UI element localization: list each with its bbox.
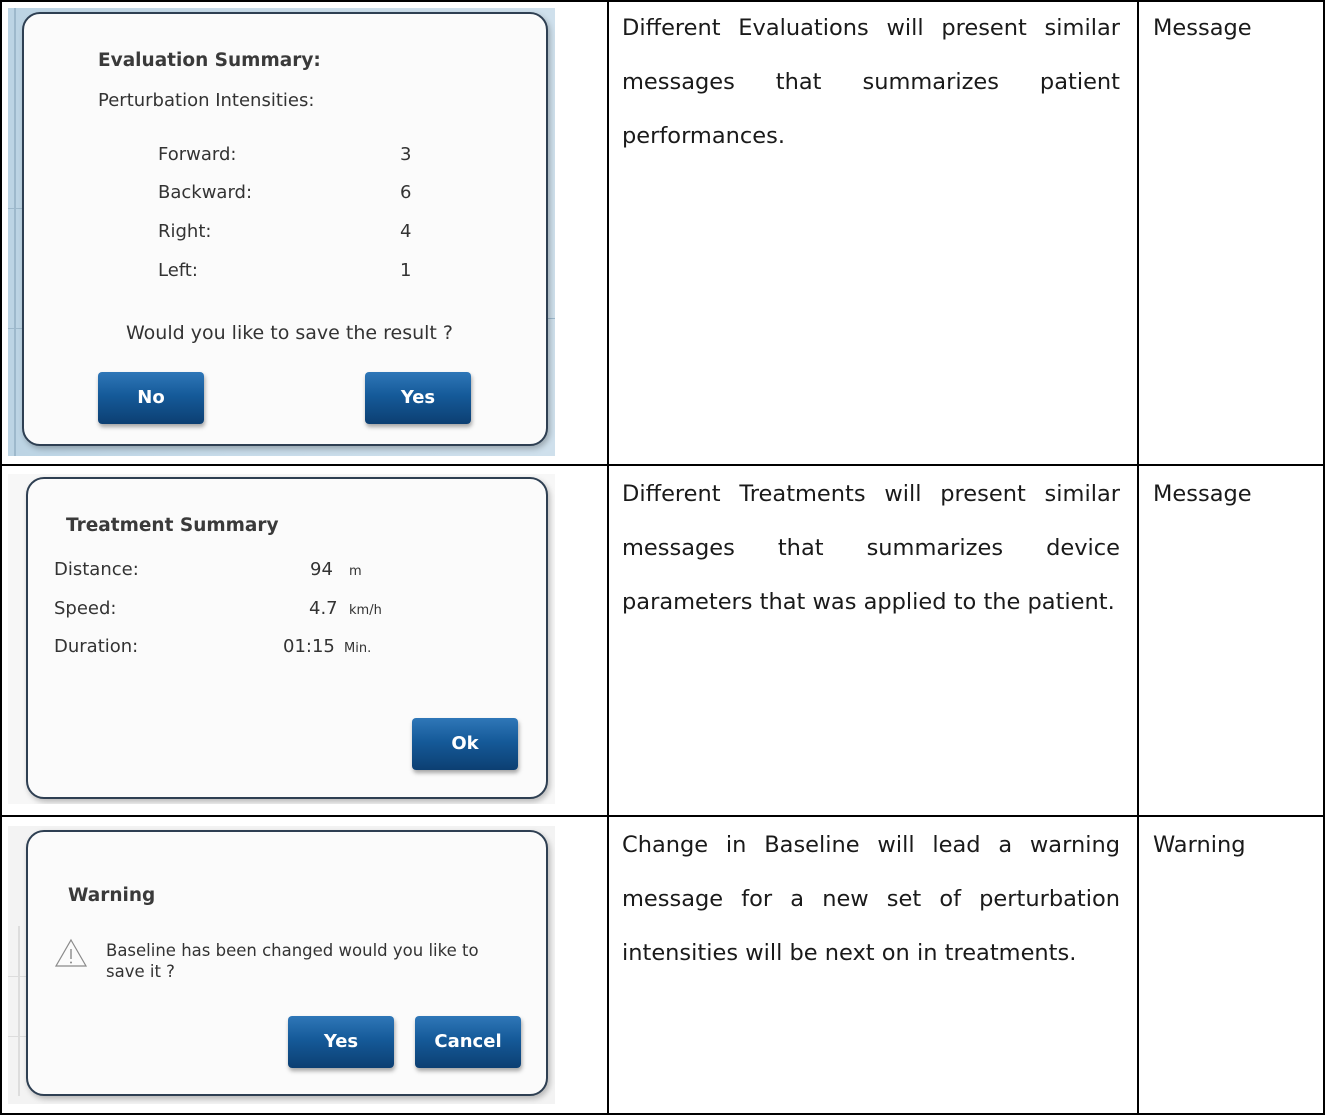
left-label: Left: [158, 260, 198, 281]
forward-label: Forward: [158, 144, 237, 165]
evaluation-screenshot: Evaluation Summary: Perturbation Intensi… [8, 8, 555, 456]
distance-value: 94 [310, 559, 333, 580]
distance-label: Distance: [54, 559, 139, 580]
row-3-type: Warning [1153, 832, 1246, 858]
row-1-type: Message [1153, 15, 1252, 41]
backward-value: 6 [400, 182, 412, 203]
cancel-button[interactable]: Cancel [415, 1016, 521, 1068]
treatment-screenshot: Treatment Summary Distance: 94 m Speed: … [8, 474, 555, 804]
right-label: Right: [158, 221, 212, 242]
treatment-summary-dialog: Treatment Summary Distance: 94 m Speed: … [26, 477, 548, 799]
warning-triangle-icon [54, 938, 88, 967]
row-divider-2 [0, 815, 1325, 817]
dialog-title: Treatment Summary [66, 515, 279, 536]
column-divider-1 [607, 0, 609, 1115]
left-value: 1 [400, 260, 412, 281]
duration-value: 01:15 [283, 636, 335, 657]
yes-button[interactable]: Yes [365, 372, 471, 424]
backward-label: Backward: [158, 182, 253, 203]
backdrop-line [14, 8, 16, 456]
warning-dialog: Warning Baseline has been changed would … [26, 830, 548, 1096]
warning-message: Baseline has been changed would you like… [106, 941, 479, 981]
column-divider-2 [1137, 0, 1139, 1115]
row-3-description: Change in Baseline will lead a warning m… [622, 832, 1120, 966]
right-value: 4 [400, 221, 412, 242]
save-question: Would you like to save the result ? [126, 322, 454, 344]
distance-unit: m [349, 564, 362, 579]
backdrop-line [8, 1036, 26, 1037]
dialog-title: Warning [68, 885, 156, 906]
ok-button[interactable]: Ok [412, 718, 518, 770]
evaluation-summary-dialog: Evaluation Summary: Perturbation Intensi… [22, 12, 548, 446]
backdrop-line [18, 926, 20, 1096]
row-2-description: Different Treatments will present simila… [622, 481, 1120, 615]
duration-unit: Min. [344, 641, 372, 656]
speed-label: Speed: [54, 598, 117, 619]
row-divider-1 [0, 464, 1325, 466]
speed-unit: km/h [349, 603, 382, 618]
warning-screenshot: Warning Baseline has been changed would … [8, 826, 555, 1104]
backdrop-line [8, 976, 26, 977]
row-2-type: Message [1153, 481, 1252, 507]
table-border-left [0, 0, 2, 1115]
speed-value: 4.7 [309, 598, 338, 619]
forward-value: 3 [400, 144, 412, 165]
duration-label: Duration: [54, 636, 139, 657]
row-1-description: Different Evaluations will present simil… [622, 15, 1120, 149]
dialog-subtitle: Perturbation Intensities: [98, 90, 315, 111]
yes-button[interactable]: Yes [288, 1016, 394, 1068]
dialog-title: Evaluation Summary: [98, 50, 321, 71]
no-button[interactable]: No [98, 372, 204, 424]
